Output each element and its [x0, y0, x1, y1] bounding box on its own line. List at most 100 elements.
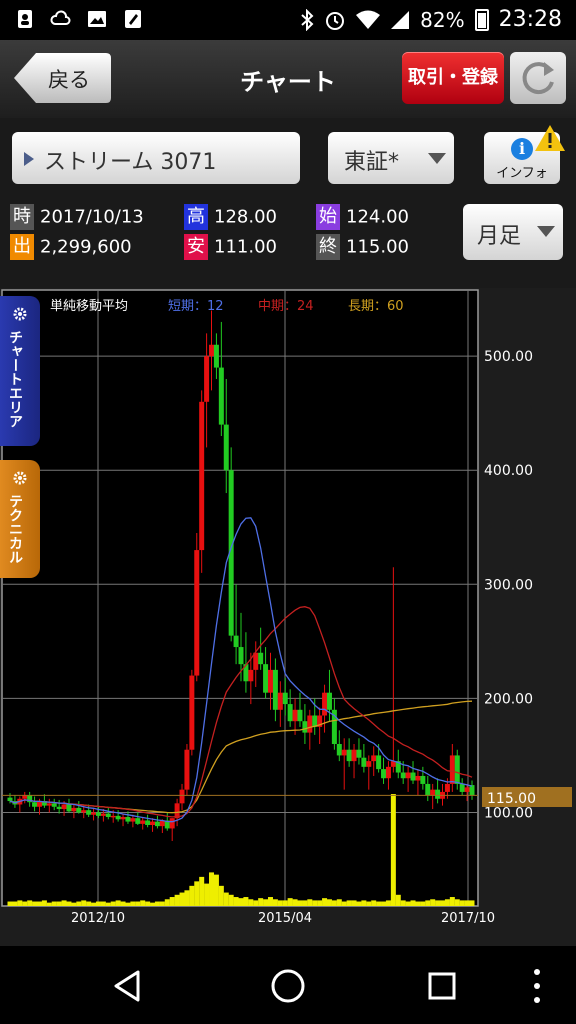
volume-bar [253, 900, 259, 906]
candle-body [95, 812, 101, 816]
x-tick-label: 2015/04 [258, 911, 312, 926]
volume-bar [258, 898, 264, 906]
volume-bar [140, 900, 146, 906]
more-options-icon[interactable] [532, 966, 542, 1006]
last-price-tag: 115.00 [482, 787, 572, 807]
candle-body [292, 709, 298, 722]
y-tick-label: 200.00 [484, 691, 533, 707]
y-tick-label: 400.00 [484, 463, 533, 479]
candlestick-chart[interactable]: 500.00400.00300.00200.00100.00 2012/10 20… [0, 288, 576, 946]
status-right: 82% 23:28 [300, 7, 562, 32]
technical-tab[interactable]: テクニカル [0, 460, 40, 578]
open-badge: 始 [316, 204, 340, 230]
home-nav-icon[interactable] [268, 966, 308, 1006]
trade-register-button[interactable]: 取引・登録 [402, 52, 504, 104]
volume-bar [331, 900, 337, 906]
candle-body [366, 761, 372, 767]
volume-bar [444, 899, 450, 906]
back-nav-icon[interactable] [108, 966, 148, 1006]
volume-bar [95, 901, 101, 906]
volume-bar [159, 901, 165, 906]
candle-body [351, 749, 357, 762]
gear-icon [13, 307, 27, 321]
recents-nav-icon[interactable] [422, 966, 462, 1006]
candle-body [346, 749, 352, 762]
candle-body [248, 669, 254, 682]
quote-open: 始 124.00 [316, 204, 409, 230]
volume-bar [110, 901, 116, 906]
volume-bar [223, 892, 229, 906]
volume-bar [105, 902, 111, 906]
volume-bar [326, 899, 332, 906]
volume-bar [346, 900, 352, 906]
stock-selector[interactable]: ストリーム 3071 [12, 132, 300, 184]
close-badge: 終 [316, 234, 340, 260]
candle-body [454, 755, 460, 784]
candle-body [444, 783, 450, 792]
app-header: 戻る チャート 取引・登録 [0, 40, 576, 118]
volume-bar [415, 901, 421, 906]
candle-body [71, 807, 77, 812]
chart-area-tab[interactable]: チャートエリア [0, 296, 40, 446]
y-tick-label: 100.00 [484, 805, 533, 821]
candle-body [125, 817, 131, 822]
wifi-icon [356, 10, 381, 29]
y-tick-label: 300.00 [484, 577, 533, 593]
volume-bar [61, 900, 67, 906]
volume-bar [150, 902, 156, 906]
chart-area[interactable]: 500.00 400.00 300.00 200.00 100.00 2012/10 20… [0, 288, 576, 946]
volume-bar [410, 900, 416, 906]
volume-bar [130, 901, 136, 906]
candle-body [272, 669, 278, 710]
volume-bar [199, 876, 205, 906]
clock: 23:28 [498, 7, 562, 32]
period-dropdown[interactable]: 月足 [463, 204, 563, 260]
chart-title: 単純移動平均 [50, 298, 128, 314]
volume-bar [27, 900, 33, 906]
volume-bar [120, 901, 126, 906]
candle-body [115, 815, 121, 820]
volume-bar [100, 901, 106, 906]
bluetooth-icon [301, 8, 314, 31]
gear-icon [13, 471, 27, 485]
volume-bar [51, 901, 57, 906]
volume-bar [341, 901, 347, 906]
period-label: 月足 [477, 224, 522, 249]
volume-bar [145, 901, 151, 906]
volume-bar [405, 901, 411, 906]
volume-bar [312, 900, 318, 906]
candle-body [218, 367, 224, 425]
volume-bar [194, 881, 200, 906]
chevron-down-icon [537, 226, 555, 237]
volume-bar [248, 899, 254, 906]
volume-bar [381, 901, 387, 906]
volume-bar [66, 901, 72, 906]
candle-body [32, 802, 38, 807]
volume-bar [390, 794, 396, 906]
battery-percent: 82% [420, 7, 465, 32]
stock-label: ストリーム 3071 [44, 150, 217, 175]
refresh-button[interactable] [510, 52, 566, 104]
volume-bar [297, 900, 303, 906]
y-axis-labels: 500.00 400.00 300.00 200.00 100.00 [484, 349, 533, 821]
close-value: 115.00 [346, 236, 409, 258]
alarm-icon [326, 11, 345, 30]
info-icon: i [511, 138, 533, 160]
candle-body [287, 704, 293, 722]
candle-body [61, 804, 67, 810]
cloud-icon [50, 10, 71, 25]
volume-bar [233, 897, 239, 906]
market-dropdown[interactable]: 東証* [328, 132, 454, 184]
volume-bar [36, 901, 42, 906]
candle-body [100, 813, 106, 816]
candle-body [130, 818, 136, 822]
volume-bar [228, 894, 234, 906]
volume-bar [22, 901, 28, 906]
candle-body [464, 787, 470, 792]
volume-bar [430, 899, 436, 906]
volume-bar [115, 900, 121, 906]
volume-bar [154, 901, 160, 906]
low-badge: 安 [184, 234, 208, 260]
volume-bar [376, 901, 382, 906]
candle-body [425, 783, 431, 796]
